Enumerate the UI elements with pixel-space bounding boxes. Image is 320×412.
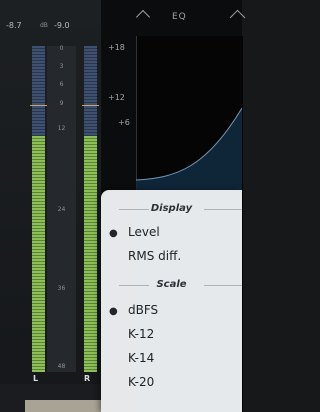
scale-tick: 48 xyxy=(57,363,66,370)
right-peak-hold xyxy=(82,105,99,106)
scale-tick: 36 xyxy=(57,285,66,292)
chevron-up-icon[interactable] xyxy=(229,9,246,26)
scale-tick: 12 xyxy=(57,125,66,132)
menu-section-scale: Scale xyxy=(101,276,242,294)
right-meter-upper xyxy=(84,46,97,136)
channel-label-right: R xyxy=(84,374,91,383)
selected-bullet-icon: ● xyxy=(109,306,118,317)
menu-item-label: Level xyxy=(128,225,160,239)
menu-section-display: Display xyxy=(101,200,242,218)
menu-item-label: RMS diff. xyxy=(128,249,182,263)
divider xyxy=(204,209,242,210)
eq-title[interactable]: EQ xyxy=(172,12,187,22)
meter-footer xyxy=(0,384,101,412)
scale-tick: 3 xyxy=(59,63,64,70)
scale-tick: 0 xyxy=(59,45,64,52)
left-meter-level xyxy=(32,136,45,372)
meter-window: -8.7 dB -9.0 0 3 6 9 12 24 36 48 L R EQ … xyxy=(0,0,246,412)
footer-strip xyxy=(25,400,101,412)
left-meter-upper xyxy=(32,46,45,136)
menu-item-label: K-12 xyxy=(128,327,155,341)
scale-tick: 24 xyxy=(57,206,66,213)
left-peak-readout[interactable]: -8.7 xyxy=(6,21,22,30)
menu-item-label: K-14 xyxy=(128,351,155,365)
menu-item-rms-diff[interactable]: RMS diff. xyxy=(101,246,242,268)
left-peak-hold xyxy=(30,105,47,106)
menu-item-k14[interactable]: K-14 xyxy=(101,348,242,370)
menu-item-k12[interactable]: K-12 xyxy=(101,324,242,346)
menu-item-label: K-20 xyxy=(128,375,155,389)
chevron-up-icon[interactable] xyxy=(135,9,151,25)
divider xyxy=(204,285,242,286)
db-unit-label: dB xyxy=(40,22,48,29)
eq-header[interactable]: EQ xyxy=(102,0,246,36)
scale-tick: 6 xyxy=(59,81,64,88)
eq-db-label: +12 xyxy=(108,93,125,102)
scale-tick: 9 xyxy=(59,100,64,107)
eq-db-label: +18 xyxy=(108,43,125,52)
right-peak-readout[interactable]: -9.0 xyxy=(54,21,70,30)
left-channel-meter xyxy=(30,46,47,372)
display-scale-menu: Display ● Level RMS diff. Scale ● dBFS K… xyxy=(101,190,242,412)
meter-scale: 0 3 6 9 12 24 36 48 xyxy=(47,46,76,372)
right-meter-level xyxy=(84,136,97,372)
eq-db-label: +6 xyxy=(118,118,130,127)
right-channel-meter xyxy=(82,46,99,372)
menu-item-level[interactable]: ● Level xyxy=(101,222,242,244)
menu-item-dbfs[interactable]: ● dBFS xyxy=(101,300,242,322)
level-meter-panel: -8.7 dB -9.0 0 3 6 9 12 24 36 48 L R xyxy=(0,0,102,412)
menu-item-label: dBFS xyxy=(128,303,159,317)
menu-item-k20[interactable]: K-20 xyxy=(101,372,242,394)
channel-label-left: L xyxy=(33,374,39,383)
selected-bullet-icon: ● xyxy=(109,228,118,239)
